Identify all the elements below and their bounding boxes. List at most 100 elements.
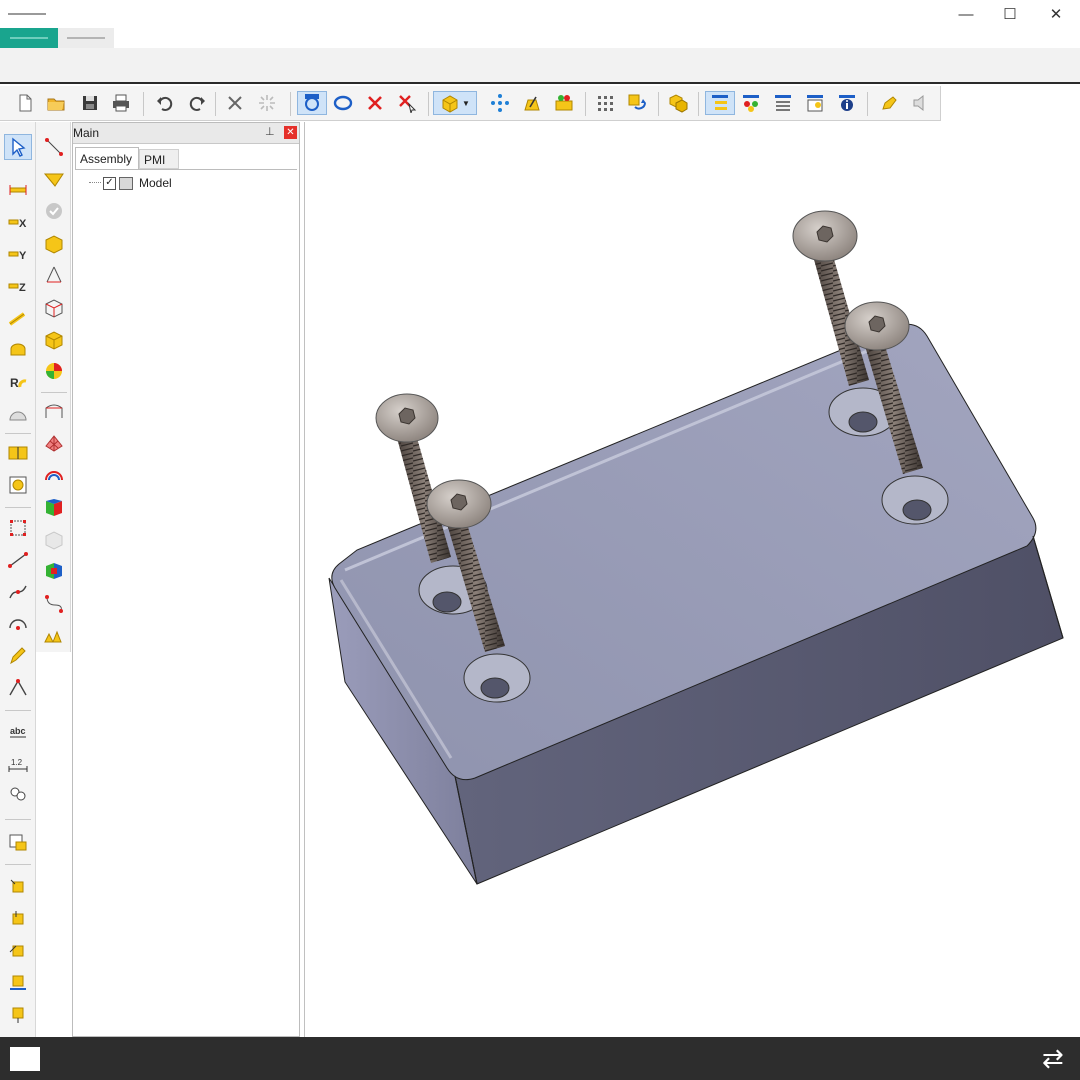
svg-text:Z: Z bbox=[19, 282, 26, 294]
tab-pmi[interactable]: PMI bbox=[139, 149, 179, 169]
svg-text:Y: Y bbox=[19, 250, 27, 262]
color-tree-icon[interactable] bbox=[738, 91, 764, 115]
color-shell-icon[interactable] bbox=[40, 494, 68, 520]
arc-icon[interactable] bbox=[4, 611, 32, 637]
tab-active-document[interactable] bbox=[0, 28, 58, 48]
rotate-icon[interactable] bbox=[330, 91, 356, 115]
print-icon[interactable] bbox=[108, 91, 134, 115]
left-tool-column: X Y Z R abc 1.2 bbox=[0, 122, 36, 1037]
properties-icon[interactable] bbox=[802, 91, 828, 115]
delete-icon[interactable] bbox=[222, 91, 248, 115]
tool-e-icon[interactable] bbox=[4, 1002, 32, 1028]
minimize-button[interactable]: — bbox=[943, 0, 989, 28]
radius-icon[interactable]: R bbox=[4, 369, 32, 395]
close-button[interactable]: ✕ bbox=[1033, 0, 1079, 28]
left-tool-column-2 bbox=[36, 122, 71, 652]
measure-z-icon[interactable]: Z bbox=[4, 273, 32, 299]
points-icon[interactable] bbox=[487, 91, 513, 115]
taskbar: ⇄ bbox=[0, 1037, 1080, 1080]
arc-measure-icon[interactable] bbox=[4, 401, 32, 427]
explode-icon[interactable] bbox=[254, 91, 280, 115]
tree-view: ✓ Model bbox=[75, 169, 297, 1036]
cube-dropdown-icon[interactable]: ▼ bbox=[433, 91, 477, 115]
svg-text:abc: abc bbox=[10, 726, 26, 736]
text-annotation-icon[interactable]: abc bbox=[4, 718, 32, 744]
color-sphere-icon[interactable] bbox=[40, 358, 68, 384]
check-sphere-icon[interactable] bbox=[40, 198, 68, 224]
redo-icon[interactable] bbox=[184, 91, 210, 115]
solid-box-icon[interactable] bbox=[40, 230, 68, 256]
arch-icon[interactable] bbox=[40, 462, 68, 488]
model-render bbox=[328, 210, 1064, 885]
tool-c-icon[interactable] bbox=[4, 938, 32, 964]
tree-item-model[interactable]: ✓ Model bbox=[89, 175, 172, 191]
ribbon-band bbox=[0, 48, 1080, 84]
new-file-icon[interactable] bbox=[12, 91, 38, 115]
dimension-annotation-icon[interactable]: 1.2 bbox=[4, 750, 32, 776]
export-icon[interactable] bbox=[4, 830, 32, 856]
main-toolbar: ▼ bbox=[0, 86, 941, 121]
save-icon[interactable] bbox=[77, 91, 103, 115]
section-icon[interactable] bbox=[4, 440, 32, 466]
measure-distance-icon[interactable] bbox=[4, 177, 32, 203]
maximize-button[interactable]: ☐ bbox=[987, 0, 1033, 28]
tool-a-icon[interactable] bbox=[4, 874, 32, 900]
cone-icon[interactable] bbox=[40, 262, 68, 288]
pin-icon[interactable]: ⊥ bbox=[265, 125, 275, 138]
3d-viewport[interactable] bbox=[304, 122, 1080, 1037]
app-square-icon[interactable] bbox=[10, 1047, 40, 1071]
measure-y-icon[interactable]: Y bbox=[4, 241, 32, 267]
undo-icon[interactable] bbox=[152, 91, 178, 115]
tool-d-icon[interactable] bbox=[4, 970, 32, 996]
ghost-box-icon[interactable] bbox=[40, 526, 68, 552]
panel-header: Main ⊥ ✕ bbox=[73, 123, 299, 144]
remove-red-icon[interactable] bbox=[362, 91, 388, 115]
remove-cursor-icon[interactable] bbox=[394, 91, 420, 115]
switch-icon[interactable]: ⇄ bbox=[1042, 1043, 1064, 1074]
clock-icon[interactable] bbox=[4, 472, 32, 498]
vertex-icon[interactable] bbox=[4, 675, 32, 701]
angle-measure-icon[interactable] bbox=[4, 305, 32, 331]
bounding-box-icon[interactable] bbox=[4, 515, 32, 541]
cylinder-icon[interactable] bbox=[4, 337, 32, 363]
tree-item-label: Model bbox=[139, 176, 172, 190]
wire-box-icon[interactable] bbox=[40, 294, 68, 320]
users-icon[interactable] bbox=[4, 782, 32, 808]
visibility-checkbox[interactable]: ✓ bbox=[103, 176, 116, 190]
box-fill-icon[interactable] bbox=[551, 91, 577, 115]
tab-assembly[interactable]: Assembly bbox=[75, 147, 139, 169]
highlighter-icon[interactable] bbox=[876, 91, 902, 115]
grid-icon[interactable] bbox=[592, 91, 618, 115]
curve-icon[interactable] bbox=[4, 579, 32, 605]
tree-view-icon[interactable] bbox=[705, 91, 735, 115]
select-cursor-icon[interactable] bbox=[4, 134, 32, 160]
line-icon[interactable] bbox=[4, 547, 32, 573]
model-tree-panel: Main ⊥ ✕ Assembly PMI ✓ Model bbox=[72, 122, 300, 1037]
multi-part-icon[interactable] bbox=[40, 622, 68, 648]
point-line-icon[interactable] bbox=[40, 134, 68, 160]
panel-close-icon[interactable]: ✕ bbox=[284, 126, 297, 139]
path-icon[interactable] bbox=[40, 590, 68, 616]
auto-view-icon[interactable] bbox=[297, 91, 327, 115]
surface-icon[interactable] bbox=[40, 398, 68, 424]
model-icon bbox=[119, 176, 133, 190]
svg-text:1.2: 1.2 bbox=[11, 758, 23, 767]
tree-connector bbox=[89, 182, 101, 184]
open-folder-icon[interactable] bbox=[43, 91, 69, 115]
refresh-icon[interactable] bbox=[624, 91, 650, 115]
audio-icon[interactable] bbox=[908, 91, 934, 115]
svg-text:R: R bbox=[10, 376, 19, 390]
list-view-icon[interactable] bbox=[770, 91, 796, 115]
tool-b-icon[interactable] bbox=[4, 906, 32, 932]
tab-second-document[interactable] bbox=[58, 28, 114, 48]
plane-icon[interactable] bbox=[40, 166, 68, 192]
edit-text-icon[interactable] bbox=[519, 91, 545, 115]
measure-x-icon[interactable]: X bbox=[4, 209, 32, 235]
parts-icon[interactable] bbox=[665, 91, 691, 115]
shaded-box-icon[interactable] bbox=[40, 326, 68, 352]
title-bar: — ☐ ✕ bbox=[0, 0, 1080, 28]
pencil-icon[interactable] bbox=[4, 643, 32, 669]
gradient-box-icon[interactable] bbox=[40, 558, 68, 584]
mesh-icon[interactable] bbox=[40, 430, 68, 456]
info-icon[interactable] bbox=[834, 91, 860, 115]
